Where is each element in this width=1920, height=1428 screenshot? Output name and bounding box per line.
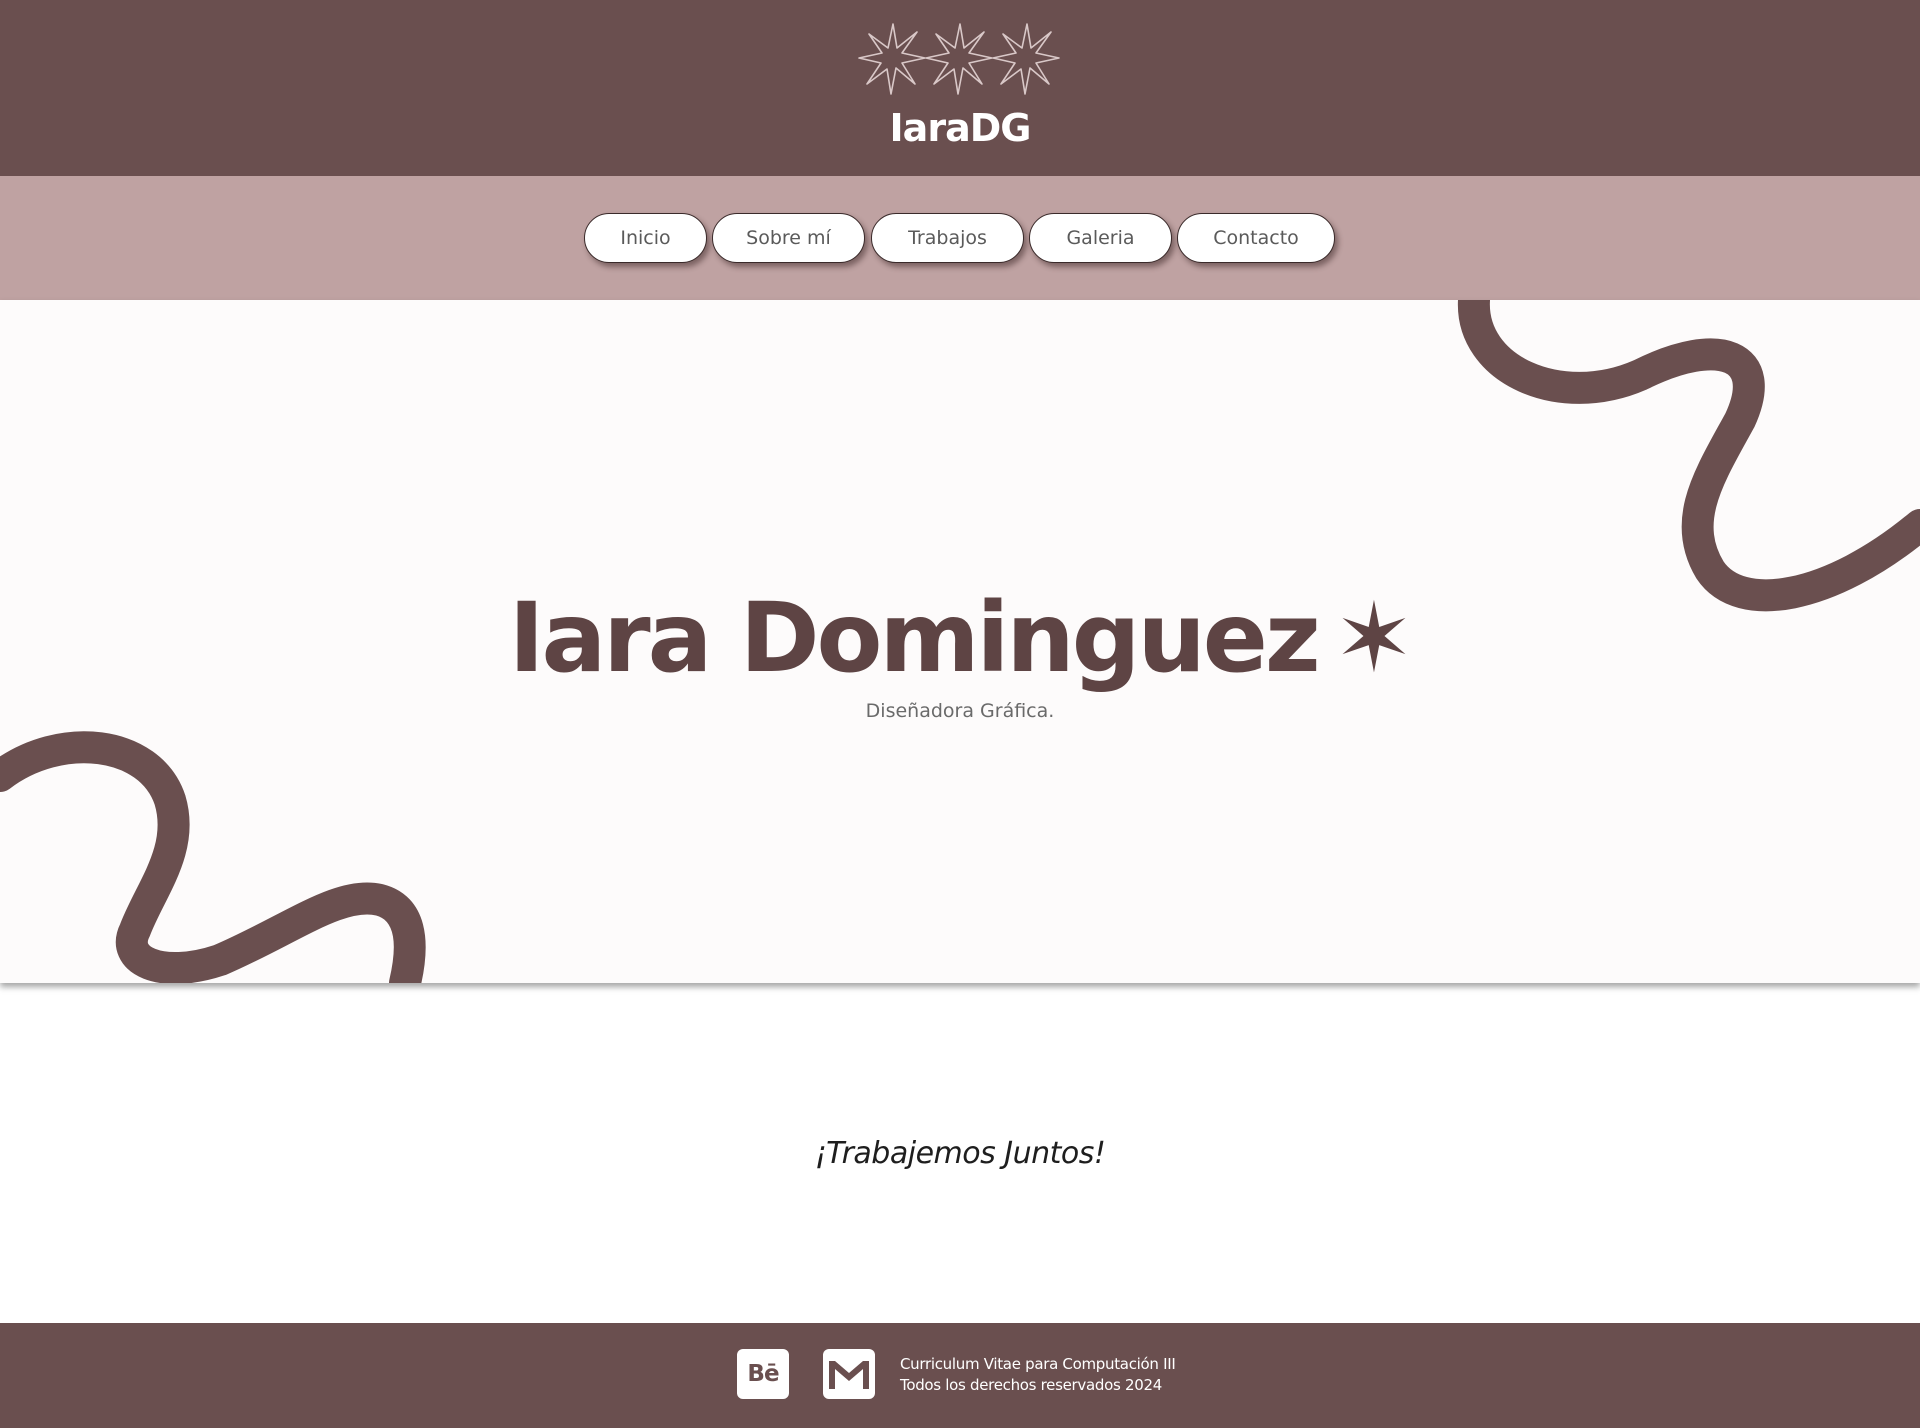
site-header: IaraDG: [0, 0, 1920, 176]
nav-sobre-mi-button[interactable]: Sobre mí: [712, 213, 865, 263]
nav-contacto-button[interactable]: Contacto: [1177, 213, 1335, 263]
hero-title-text: Iara Dominguez: [508, 582, 1321, 694]
nav-trabajos-button[interactable]: Trabajos: [871, 213, 1024, 263]
behance-icon: Bē: [747, 1361, 779, 1387]
hero-title: Iara Dominguez ✶: [0, 578, 1920, 698]
behance-link[interactable]: Bē: [737, 1349, 789, 1399]
six-point-star-icon: ✶: [1333, 582, 1414, 694]
brand-title[interactable]: IaraDG: [0, 100, 1920, 156]
mail-link[interactable]: [823, 1349, 875, 1399]
hero-subtitle: Diseñadora Gráfica.: [865, 700, 1055, 722]
nav-galeria-button[interactable]: Galeria: [1029, 213, 1172, 263]
footer-line-1: Curriculum Vitae para Computación III: [900, 1355, 1176, 1373]
hero-section: Iara Dominguez ✶ Diseñadora Gráfica.: [0, 300, 1920, 983]
logo-stars-icon: [858, 23, 1060, 95]
nav-inicio-button[interactable]: Inicio: [584, 213, 707, 263]
mail-icon: [829, 1361, 869, 1389]
footer-line-2: Todos los derechos reservados 2024: [900, 1376, 1162, 1394]
footer-text: Curriculum Vitae para Computación III To…: [900, 1354, 1176, 1396]
cta-heading: ¡Trabajemos Juntos!: [814, 1136, 1106, 1171]
